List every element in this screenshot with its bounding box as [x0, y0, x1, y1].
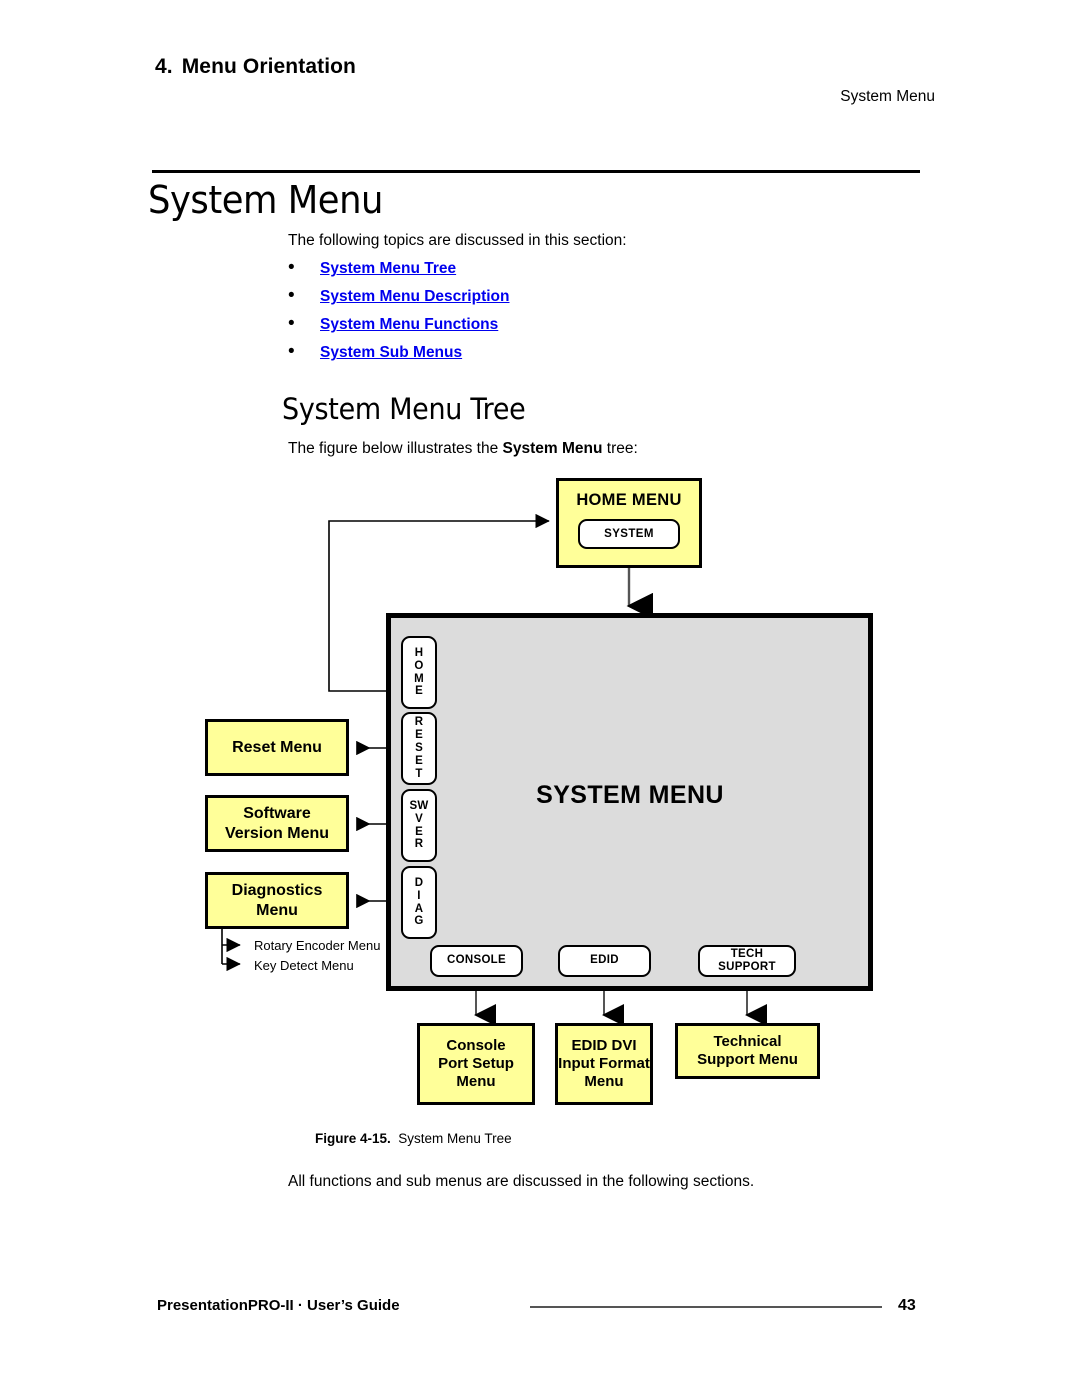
home-menu-title: HOME MENU [576, 491, 682, 509]
footer-product-name: PresentationPRO-II · User’s Guide [157, 1297, 400, 1314]
tab-reset-line-3: E [415, 754, 423, 767]
system-button-console[interactable]: CONSOLE [430, 945, 523, 977]
home-menu-system-button[interactable]: SYSTEM [578, 519, 680, 550]
tab-reset-line-4: T [415, 767, 423, 780]
edid-dvi-input-format-menu-box[interactable]: EDID DVI Input Format Menu [555, 1023, 653, 1105]
footer-page-number: 43 [898, 1297, 916, 1314]
footer-divider-rule [530, 1306, 882, 1308]
tab-reset-line-0: R [414, 716, 424, 729]
system-button-edid[interactable]: EDID [558, 945, 651, 977]
software-version-menu-box[interactable]: Software Version Menu [205, 795, 349, 852]
tab-diag-line-1: I [417, 889, 421, 902]
system-menu-panel-label: SYSTEM MENU [536, 781, 724, 809]
figure-caption-text: System Menu Tree [398, 1131, 512, 1146]
tab-home-line-0: H [414, 646, 424, 659]
closing-paragraph: All functions and sub menus are discusse… [288, 1173, 755, 1190]
tab-diag-line-0: D [414, 876, 424, 889]
console-port-setup-menu-box[interactable]: Console Port Setup Menu [417, 1023, 535, 1105]
tab-reset-line-2: S [415, 742, 423, 755]
home-menu-box[interactable]: HOME MENU SYSTEM [556, 478, 702, 568]
tab-reset-line-1: E [415, 729, 423, 742]
system-tab-home[interactable]: H O M E [401, 636, 437, 709]
tab-diag-line-2: A [414, 902, 424, 915]
tab-swver-line-0: SW [409, 799, 429, 812]
tab-diag-line-3: G [414, 915, 424, 928]
system-tab-sw-ver[interactable]: SW V E R [401, 789, 437, 862]
tab-home-line-1: O [414, 659, 424, 672]
system-tab-diag[interactable]: D I A G [401, 866, 437, 939]
rotary-encoder-menu-label: Rotary Encoder Menu [254, 938, 381, 953]
tab-swver-line-1: V [415, 812, 423, 825]
reset-menu-box[interactable]: Reset Menu [205, 719, 349, 776]
system-tab-reset[interactable]: R E S E T [401, 712, 437, 785]
figure-caption-label: Figure 4-15. [315, 1131, 391, 1146]
tab-home-line-3: E [415, 685, 423, 698]
tab-home-line-2: M [414, 672, 424, 685]
key-detect-menu-label: Key Detect Menu [254, 958, 354, 973]
technical-support-menu-box[interactable]: Technical Support Menu [675, 1023, 820, 1079]
tab-swver-line-2: E [415, 825, 423, 838]
tab-swver-line-3: R [414, 838, 424, 851]
diagnostics-menu-box[interactable]: Diagnostics Menu [205, 872, 349, 929]
figure-caption: Figure 4-15. System Menu Tree [315, 1131, 512, 1146]
system-button-tech-support[interactable]: TECH SUPPORT [698, 945, 796, 977]
